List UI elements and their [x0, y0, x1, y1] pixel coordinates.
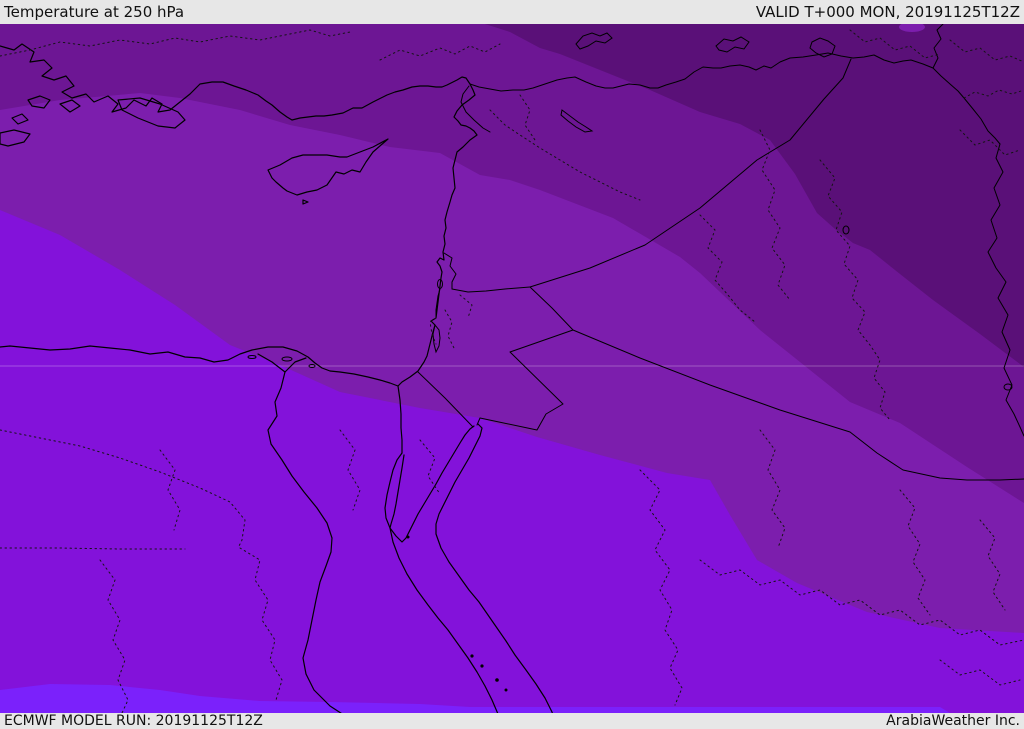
brand-label: ArabiaWeather Inc.: [886, 713, 1020, 729]
redsea-island: [495, 678, 499, 682]
temperature-map-svg: [0, 24, 1024, 713]
map-area: [0, 24, 1024, 713]
redsea-island: [480, 664, 484, 668]
model-run-label: ECMWF MODEL RUN: 20191125T12Z: [4, 713, 263, 729]
redsea-island: [504, 688, 508, 692]
tiran-island: [406, 535, 410, 539]
page-title: Temperature at 250 hPa: [4, 3, 185, 21]
weather-map-screenshot: Temperature at 250 hPa VALID T+000 MON, …: [0, 0, 1024, 729]
valid-time-label: VALID T+000 MON, 20191125T12Z: [755, 3, 1020, 21]
header-bar: Temperature at 250 hPa VALID T+000 MON, …: [0, 0, 1024, 24]
footer-bar: ECMWF MODEL RUN: 20191125T12Z ArabiaWeat…: [0, 713, 1024, 729]
redsea-island: [470, 654, 474, 658]
